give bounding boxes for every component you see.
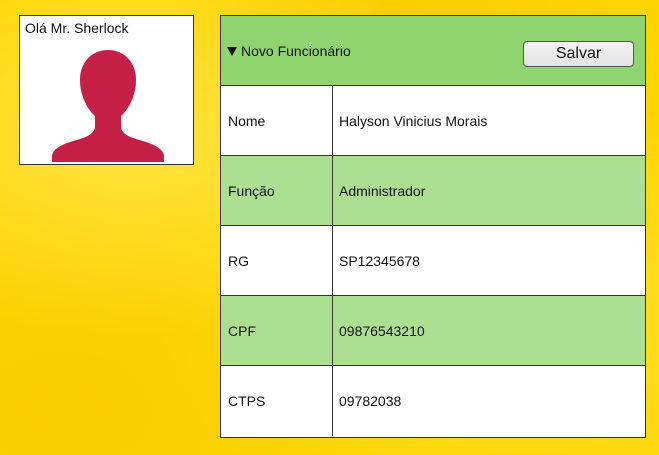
employee-form: Novo Funcionário Salvar Nome Halyson Vin… — [220, 15, 646, 438]
form-row-rg: RG SP12345678 — [221, 226, 645, 296]
form-row-nome: Nome Halyson Vinicius Morais — [221, 86, 645, 156]
nome-field[interactable]: Halyson Vinicius Morais — [333, 86, 645, 155]
form-title[interactable]: Novo Funcionário — [227, 43, 351, 59]
row-label: RG — [221, 226, 333, 295]
funcao-field[interactable]: Administrador — [333, 156, 645, 225]
cpf-field[interactable]: 09876543210 — [333, 296, 645, 365]
row-label: CTPS — [221, 366, 333, 436]
form-row-ctps: CTPS 09782038 — [221, 366, 645, 436]
greeting-text: Olá Mr. Sherlock — [25, 20, 129, 36]
ctps-field[interactable]: 09782038 — [333, 366, 645, 436]
form-row-cpf: CPF 09876543210 — [221, 296, 645, 366]
rg-field[interactable]: SP12345678 — [333, 226, 645, 295]
form-title-label: Novo Funcionário — [241, 43, 351, 59]
user-silhouette-icon — [52, 50, 164, 162]
form-row-funcao: Função Administrador — [221, 156, 645, 226]
form-header: Novo Funcionário Salvar — [221, 16, 645, 86]
triangle-down-icon[interactable] — [227, 46, 237, 56]
row-label: Função — [221, 156, 333, 225]
profile-card: Olá Mr. Sherlock — [19, 15, 194, 165]
row-label: CPF — [221, 296, 333, 365]
row-label: Nome — [221, 86, 333, 155]
save-button[interactable]: Salvar — [523, 41, 634, 67]
